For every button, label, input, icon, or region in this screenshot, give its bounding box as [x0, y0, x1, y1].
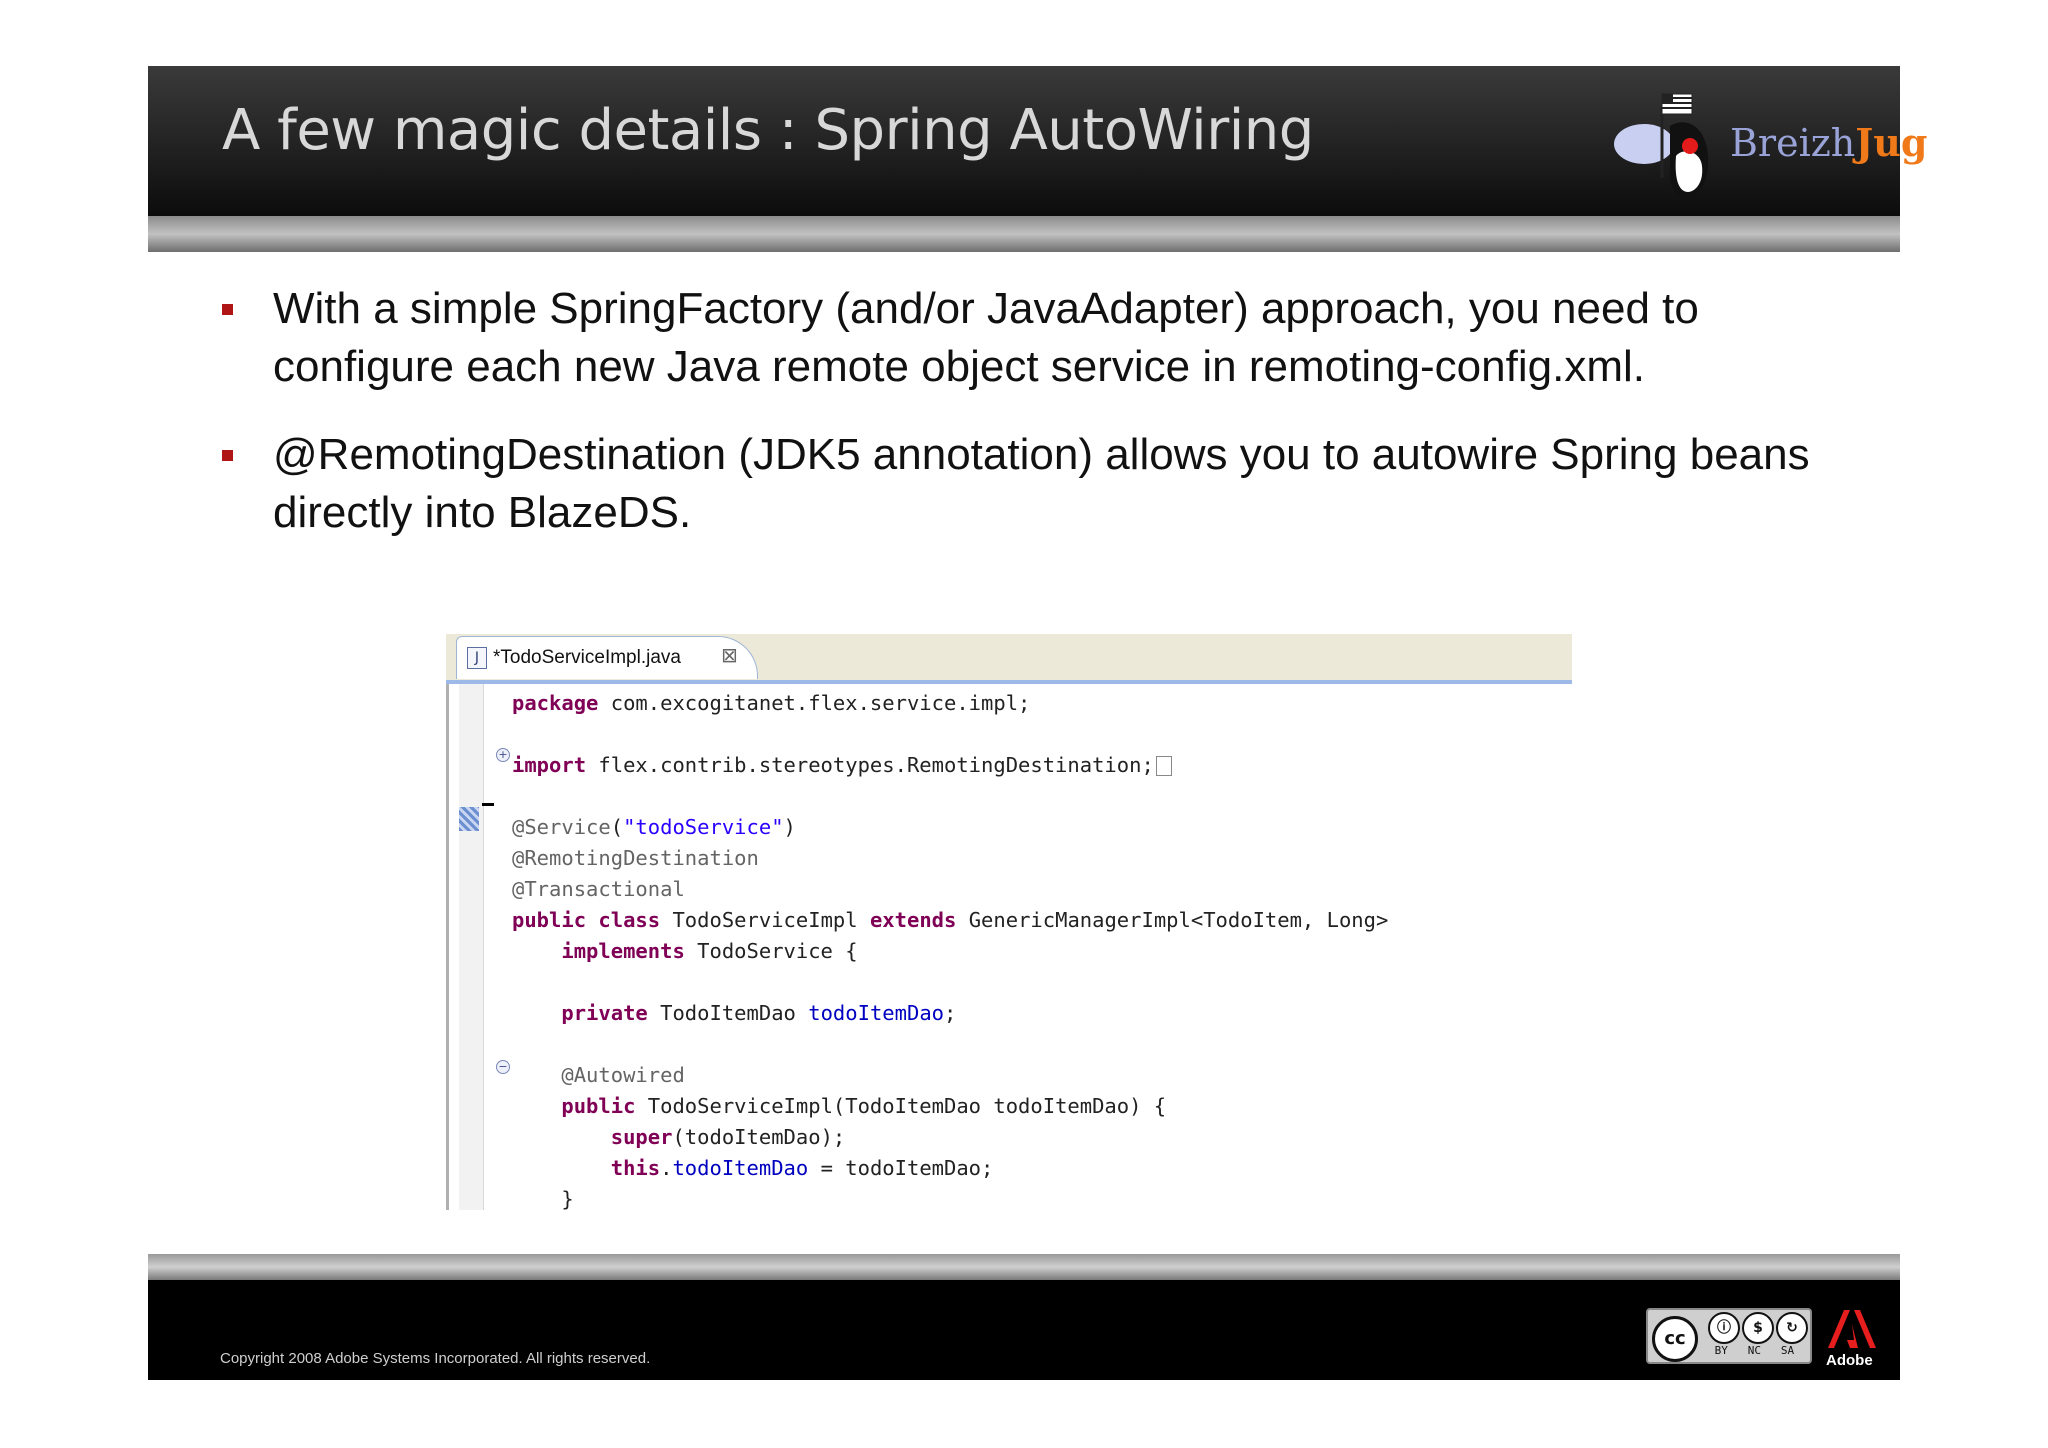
logo-text-main: Breizh	[1730, 121, 1856, 165]
code-line: this.todoItemDao = todoItemDao;	[610, 1156, 994, 1180]
code-line: public TodoServiceImpl(TodoItemDao todoI…	[561, 1094, 1167, 1118]
bullet-item: With a simple SpringFactory (and/or Java…	[218, 280, 1838, 396]
fold-collapse-icon[interactable]: −	[496, 1060, 510, 1074]
java-file-icon: J	[467, 647, 487, 669]
sharealike-icon: ↻	[1776, 1312, 1808, 1344]
license-labels: BY NC SA	[1708, 1344, 1795, 1357]
header-divider	[148, 216, 1900, 252]
editor-tab[interactable]: J *TodoServiceImpl.java ⊠	[456, 636, 758, 679]
footer-divider	[148, 1254, 1900, 1280]
bullet-text: With a simple SpringFactory (and/or Java…	[273, 284, 1699, 391]
cc-icon: cc	[1652, 1316, 1698, 1362]
bullet-list: With a simple SpringFactory (and/or Java…	[218, 280, 1838, 572]
noncommercial-icon: $	[1742, 1312, 1774, 1344]
slide-title: A few magic details : Spring AutoWiring	[222, 98, 1314, 163]
code-line: implements TodoService {	[561, 939, 858, 963]
code-line: package com.excogitanet.flex.service.imp…	[512, 691, 1031, 715]
code-line: }	[561, 1187, 574, 1211]
folded-block-icon[interactable]	[1155, 756, 1172, 776]
editor-tab-label: *TodoServiceImpl.java	[493, 647, 681, 668]
cursor-marker	[482, 803, 494, 806]
editor-gutter	[446, 684, 484, 1210]
copyright-text: Copyright 2008 Adobe Systems Incorporate…	[220, 1350, 651, 1367]
fold-expand-icon[interactable]: +	[496, 748, 510, 762]
code-line: super(todoItemDao);	[610, 1125, 846, 1149]
code-line: public class TodoServiceImpl extends Gen…	[512, 908, 1389, 932]
editor-tab-bar: J *TodoServiceImpl.java ⊠	[446, 634, 1572, 684]
bullet-marker-icon	[222, 304, 233, 315]
adobe-label: Adobe	[1826, 1352, 1873, 1369]
logo-wordmark: BreizhJug	[1730, 120, 1927, 165]
code-line: import flex.contrib.stereotypes.Remoting…	[512, 750, 1172, 780]
bullet-marker-icon	[222, 450, 233, 461]
overview-marker-icon	[459, 807, 479, 831]
breizhjug-logo: BreizhJug	[1610, 86, 1927, 206]
bullet-item: @RemotingDestination (JDK5 annotation) a…	[218, 426, 1838, 542]
code-line: @Transactional	[512, 877, 685, 901]
creative-commons-badge: cc ⓘ $ ↻ BY NC SA	[1646, 1308, 1812, 1364]
adobe-logo: Adobe	[1824, 1308, 1880, 1372]
duke-mascot-icon	[1614, 93, 1709, 198]
bullet-text: @RemotingDestination (JDK5 annotation) a…	[273, 430, 1810, 537]
code-editor: J *TodoServiceImpl.java ⊠ + − package co…	[446, 634, 1572, 1211]
logo-text-accent: Jug	[1855, 120, 1928, 165]
adobe-icon	[1828, 1310, 1876, 1348]
code-line: private TodoItemDao todoItemDao;	[561, 1001, 957, 1025]
code-line: @RemotingDestination	[512, 846, 759, 870]
attribution-icon: ⓘ	[1708, 1312, 1740, 1344]
slide-footer: Copyright 2008 Adobe Systems Incorporate…	[148, 1280, 1900, 1380]
code-line: @Autowired	[561, 1063, 685, 1087]
code-line: @Service("todoService")	[512, 815, 796, 839]
close-icon[interactable]: ⊠	[721, 643, 738, 667]
